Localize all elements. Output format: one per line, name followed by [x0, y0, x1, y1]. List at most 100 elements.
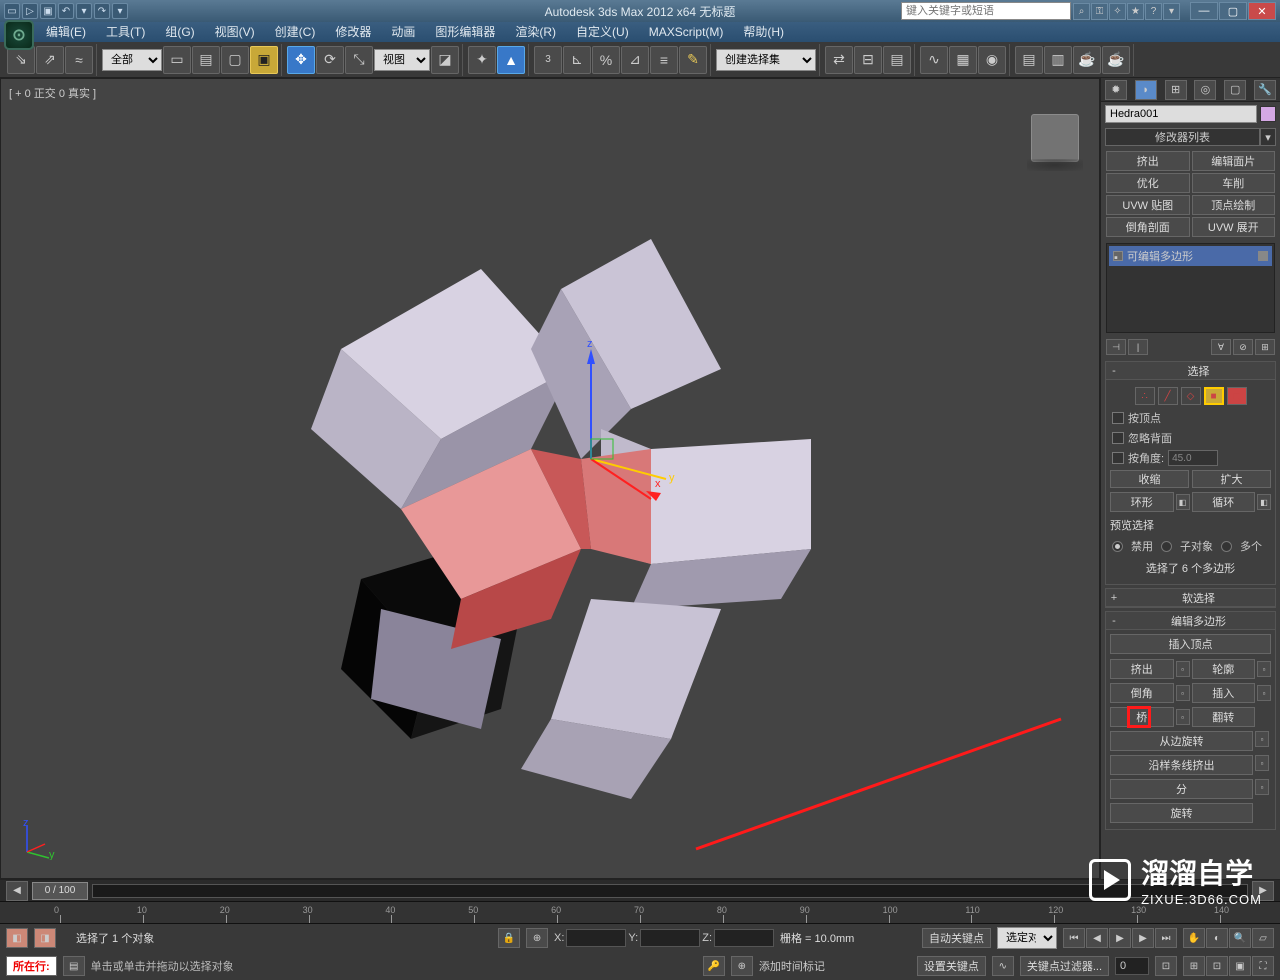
angle-spinner[interactable]: [1168, 450, 1218, 466]
select-region-icon[interactable]: ▢: [221, 46, 249, 74]
unlink-icon[interactable]: ⇗: [36, 46, 64, 74]
percent-snap-icon[interactable]: %: [592, 46, 620, 74]
favorites-icon[interactable]: ★: [1127, 3, 1144, 20]
select-name-icon[interactable]: ▤: [192, 46, 220, 74]
subscription-icon[interactable]: ⚿: [1091, 3, 1108, 20]
hedra-model[interactable]: z y x: [251, 169, 811, 809]
remove-mod-icon[interactable]: ⊘: [1233, 339, 1253, 355]
qat-undo-drop-icon[interactable]: ▾: [76, 3, 92, 19]
rollout-soft-head[interactable]: + 软选择: [1106, 589, 1275, 607]
z-coord-input[interactable]: [714, 929, 774, 947]
show-end-icon[interactable]: |: [1128, 339, 1148, 355]
by-angle-checkbox[interactable]: [1112, 452, 1124, 464]
viewcube[interactable]: [1031, 114, 1079, 162]
render-icon[interactable]: ☕: [1073, 46, 1101, 74]
inset-button[interactable]: 插入: [1192, 683, 1256, 703]
subobj-edge-icon[interactable]: ╱: [1158, 387, 1178, 405]
menu-help[interactable]: 帮助(H): [733, 22, 794, 42]
close-button[interactable]: ✕: [1248, 2, 1276, 20]
time-ruler[interactable]: 0102030405060708090100110120130140: [0, 902, 1280, 924]
render-iterate-icon[interactable]: ☕: [1102, 46, 1130, 74]
rotate-icon[interactable]: ⟳: [316, 46, 344, 74]
viewport-label[interactable]: [ + 0 正交 0 真实 ]: [9, 85, 96, 101]
menu-modifiers[interactable]: 修改器: [325, 22, 381, 42]
inset-settings-icon[interactable]: ▫: [1257, 685, 1271, 701]
preview-disable-radio[interactable]: [1112, 541, 1123, 552]
qat-redo-drop-icon[interactable]: ▾: [112, 3, 128, 19]
make-unique-icon[interactable]: ∀: [1211, 339, 1231, 355]
current-frame-input[interactable]: [1115, 957, 1149, 975]
render-setup-icon[interactable]: ▤: [1015, 46, 1043, 74]
play-icon[interactable]: ▶: [1109, 928, 1131, 948]
help-drop-icon[interactable]: ▾: [1163, 3, 1180, 20]
auto-key-button[interactable]: 自动关键点: [922, 928, 991, 948]
selection-filter-select[interactable]: 全部: [102, 49, 162, 71]
by-vertex-checkbox[interactable]: [1112, 412, 1124, 424]
mirror-icon[interactable]: ⇄: [825, 46, 853, 74]
stack-expand-icon[interactable]: ▪: [1113, 251, 1123, 261]
maximize-button[interactable]: ▢: [1219, 2, 1247, 20]
time-slider-handle[interactable]: 0 / 100: [32, 882, 88, 900]
time-slider-prev-icon[interactable]: ◀: [6, 881, 28, 901]
goto-start-icon[interactable]: ⏮: [1063, 928, 1085, 948]
qat-new-icon[interactable]: ▭: [4, 3, 20, 19]
extrude-settings-icon[interactable]: ▫: [1176, 661, 1190, 677]
zoom-icon[interactable]: 🔍: [1229, 928, 1251, 948]
goto-end-icon[interactable]: ⏭: [1155, 928, 1177, 948]
set-key-button[interactable]: 设置关键点: [917, 956, 986, 976]
time-slider-track[interactable]: [92, 884, 1248, 898]
select-manipulate-icon[interactable]: ✦: [468, 46, 496, 74]
hinge-settings-icon[interactable]: ▫: [1255, 731, 1269, 747]
rotate-button[interactable]: 旋转: [1110, 803, 1253, 823]
qat-save-icon[interactable]: ▣: [40, 3, 56, 19]
split-settings-icon[interactable]: ▫: [1255, 779, 1269, 795]
x-coord-input[interactable]: [566, 929, 626, 947]
display-tab-icon[interactable]: ▢: [1224, 80, 1246, 100]
loop-spinner-icon[interactable]: ◧: [1257, 494, 1271, 510]
outline-settings-icon[interactable]: ▫: [1257, 661, 1271, 677]
named-selection-select[interactable]: 创建选择集: [716, 49, 816, 71]
mod-btn-lathe[interactable]: 车削: [1192, 173, 1276, 193]
bind-spacewarp-icon[interactable]: ≈: [65, 46, 93, 74]
modifier-list-drop-icon[interactable]: ▾: [1260, 128, 1276, 146]
rollout-edit-head[interactable]: - 编辑多边形: [1106, 612, 1275, 630]
modify-tab-icon[interactable]: ◗: [1135, 80, 1157, 100]
preview-multi-radio[interactable]: [1221, 541, 1232, 552]
menu-render[interactable]: 渲染(R): [505, 22, 566, 42]
application-button[interactable]: ⊙: [4, 20, 34, 50]
pivot-icon[interactable]: ◪: [431, 46, 459, 74]
menu-group[interactable]: 组(G): [155, 22, 204, 42]
prev-frame-icon[interactable]: ◀: [1086, 928, 1108, 948]
spinner-snap-icon[interactable]: ⊿: [621, 46, 649, 74]
utilities-tab-icon[interactable]: 🔧: [1254, 80, 1276, 100]
modifier-list-select[interactable]: 修改器列表: [1105, 128, 1260, 146]
edge-snap-icon[interactable]: ≡: [650, 46, 678, 74]
subobj-vertex-icon[interactable]: ∴: [1135, 387, 1155, 405]
region-zoom-icon[interactable]: ⛶: [1252, 956, 1274, 976]
ignore-backfacing-checkbox[interactable]: [1112, 432, 1124, 444]
vertex-snap-icon[interactable]: ✎: [679, 46, 707, 74]
zoom-extents-icon[interactable]: ⊞: [1183, 956, 1205, 976]
flip-button[interactable]: 翻转: [1192, 707, 1256, 727]
material-editor-icon[interactable]: ◉: [978, 46, 1006, 74]
stack-editable-poly[interactable]: ▪ 可编辑多边形: [1109, 246, 1272, 266]
menu-view[interactable]: 视图(V): [205, 22, 265, 42]
snap-3-icon[interactable]: 3: [534, 46, 562, 74]
subobj-polygon-icon[interactable]: ■: [1204, 387, 1224, 405]
layer-icon[interactable]: ▤: [883, 46, 911, 74]
infocenter-search-input[interactable]: [901, 2, 1071, 20]
key-filter-icon[interactable]: ∿: [992, 956, 1014, 976]
add-time-tag-label[interactable]: 添加时间标记: [759, 958, 825, 974]
move-icon[interactable]: ✥: [287, 46, 315, 74]
subobj-element-icon[interactable]: ▣: [1227, 387, 1247, 405]
mod-btn-bevelprofile[interactable]: 倒角剖面: [1106, 217, 1190, 237]
script-listener-icon[interactable]: ▤: [63, 956, 85, 976]
outline-button[interactable]: 轮廓: [1192, 659, 1256, 679]
preview-sub-radio[interactable]: [1161, 541, 1172, 552]
axis-icon[interactable]: ⊕: [526, 928, 548, 948]
align-icon[interactable]: ⊟: [854, 46, 882, 74]
max-toggle-icon[interactable]: ▣: [1229, 956, 1251, 976]
search-icon[interactable]: ⌕: [1073, 3, 1090, 20]
mod-btn-unwrap[interactable]: UVW 展开: [1192, 217, 1276, 237]
pin-stack-icon[interactable]: ⊣: [1106, 339, 1126, 355]
